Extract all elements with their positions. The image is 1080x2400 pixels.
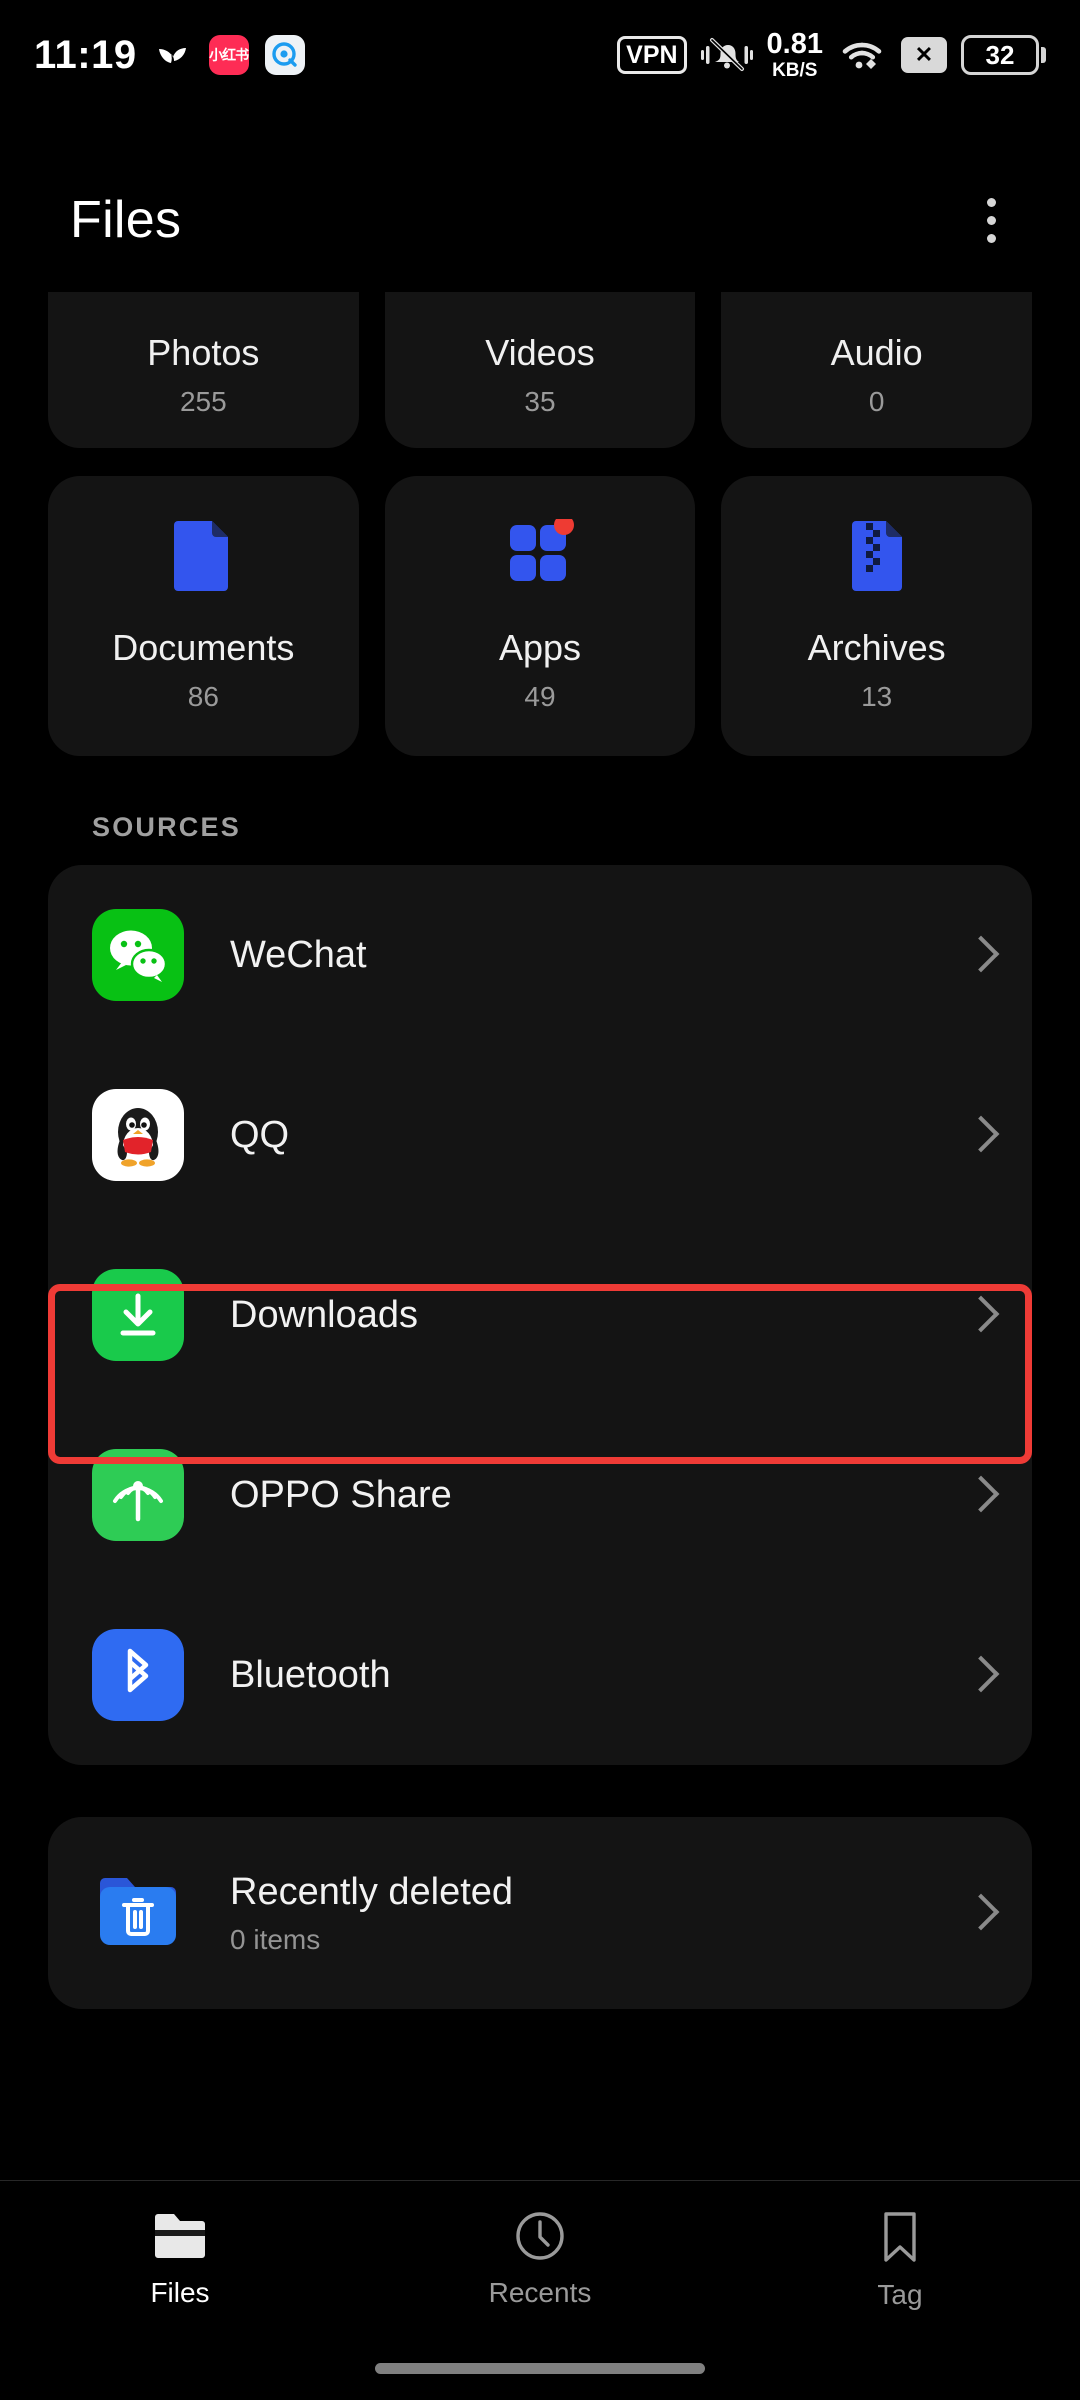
bird-icon bbox=[153, 35, 193, 75]
category-label: Archives bbox=[808, 627, 946, 669]
download-icon bbox=[92, 1269, 184, 1361]
xiaohongshu-icon: 小红书 bbox=[209, 35, 249, 75]
category-count: 49 bbox=[524, 681, 555, 713]
zip-archive-icon bbox=[846, 519, 908, 589]
wifi-icon bbox=[837, 35, 887, 75]
recently-deleted-row[interactable]: Recently deleted 0 items bbox=[48, 1817, 1032, 2009]
source-text: Downloads bbox=[230, 1294, 418, 1337]
category-card-archives[interactable]: Archives 13 bbox=[721, 476, 1032, 756]
bell-muted-vibrate-icon bbox=[701, 34, 753, 76]
bookmark-icon bbox=[878, 2209, 922, 2265]
source-row-wechat[interactable]: WeChat bbox=[48, 865, 1032, 1045]
category-count: 0 bbox=[869, 386, 885, 418]
home-indicator[interactable] bbox=[375, 2363, 705, 2374]
source-text: Bluetooth bbox=[230, 1654, 391, 1697]
category-count: 35 bbox=[524, 386, 555, 418]
source-text: OPPO Share bbox=[230, 1474, 452, 1517]
category-card-apps[interactable]: Apps 49 bbox=[385, 476, 696, 756]
category-label: Audio bbox=[831, 332, 923, 374]
document-icon bbox=[172, 519, 234, 589]
oppo-share-icon bbox=[92, 1449, 184, 1541]
nav-tab-recents[interactable]: Recents bbox=[360, 2209, 720, 2309]
recently-deleted-label: Recently deleted bbox=[230, 1871, 513, 1914]
chevron-right-icon bbox=[966, 1295, 988, 1335]
nav-label: Recents bbox=[489, 2277, 592, 2309]
status-bar-right: VPN 0.81 KB/S bbox=[617, 30, 1046, 80]
category-grid-row-1: Photos 255 Videos 35 Audio 0 bbox=[0, 292, 1080, 448]
chevron-right-icon bbox=[966, 1475, 988, 1515]
vpn-badge: VPN bbox=[617, 36, 686, 74]
category-card-videos[interactable]: Videos 35 bbox=[385, 292, 696, 448]
category-label: Apps bbox=[499, 627, 581, 669]
source-row-oppo-share[interactable]: OPPO Share bbox=[48, 1405, 1032, 1585]
category-card-documents[interactable]: Documents 86 bbox=[48, 476, 359, 756]
chevron-right-icon bbox=[966, 1115, 988, 1155]
status-bar-left: 11:19 小红书 bbox=[34, 33, 305, 78]
source-text: WeChat bbox=[230, 934, 367, 977]
network-speed-value: 0.81 bbox=[767, 30, 823, 59]
source-label: QQ bbox=[230, 1114, 289, 1157]
folder-icon bbox=[151, 2209, 209, 2263]
category-count: 255 bbox=[180, 386, 227, 418]
chevron-right-icon bbox=[966, 1655, 988, 1695]
nav-tab-files[interactable]: Files bbox=[0, 2209, 360, 2309]
wechat-icon bbox=[92, 909, 184, 1001]
xiaohongshu-label: 小红书 bbox=[209, 45, 248, 65]
clock-icon bbox=[513, 2209, 567, 2263]
no-sim-x-icon: ✕ bbox=[901, 37, 947, 73]
status-bar: 11:19 小红书 VPN bbox=[0, 0, 1080, 110]
sources-section-label: SOURCES bbox=[0, 756, 1080, 865]
page-title: Files bbox=[70, 190, 181, 250]
source-row-qq[interactable]: QQ bbox=[48, 1045, 1032, 1225]
category-grid-row-2: Documents 86 Apps 49 bbox=[0, 476, 1080, 756]
battery-level-text: 32 bbox=[986, 40, 1015, 71]
network-speed: 0.81 KB/S bbox=[767, 30, 823, 80]
source-label: WeChat bbox=[230, 934, 367, 977]
app-bar: Files bbox=[0, 150, 1080, 290]
bottom-navigation-bar: Files Recents Tag bbox=[0, 2180, 1080, 2400]
files-app-screen: 11:19 小红书 VPN bbox=[0, 0, 1080, 2400]
bluetooth-icon bbox=[92, 1629, 184, 1721]
source-text: QQ bbox=[230, 1114, 289, 1157]
main-content: Photos 255 Videos 35 Audio 0 bbox=[0, 292, 1080, 2180]
source-label: OPPO Share bbox=[230, 1474, 452, 1517]
qq-browser-icon bbox=[265, 35, 305, 75]
category-label: Photos bbox=[147, 332, 259, 374]
recently-deleted-text: Recently deleted 0 items bbox=[230, 1871, 513, 1956]
trash-folder-icon bbox=[92, 1867, 184, 1959]
category-card-photos[interactable]: Photos 255 bbox=[48, 292, 359, 448]
network-speed-unit: KB/S bbox=[772, 61, 817, 80]
apps-grid-icon bbox=[506, 519, 574, 589]
source-row-downloads[interactable]: Downloads bbox=[48, 1225, 1032, 1405]
category-count: 13 bbox=[861, 681, 892, 713]
qq-penguin-icon bbox=[92, 1089, 184, 1181]
nav-tab-tag[interactable]: Tag bbox=[720, 2209, 1080, 2311]
chevron-right-icon bbox=[966, 935, 988, 975]
kebab-menu-icon[interactable] bbox=[973, 184, 1010, 257]
category-label: Documents bbox=[112, 627, 294, 669]
chevron-right-icon bbox=[966, 1893, 988, 1933]
source-label: Downloads bbox=[230, 1294, 418, 1337]
battery-cap bbox=[1041, 47, 1046, 63]
battery-indicator: 32 bbox=[961, 35, 1046, 75]
category-count: 86 bbox=[188, 681, 219, 713]
sources-list: WeChat bbox=[48, 865, 1032, 1765]
category-card-audio[interactable]: Audio 0 bbox=[721, 292, 1032, 448]
source-label: Bluetooth bbox=[230, 1654, 391, 1697]
clock-time: 11:19 bbox=[34, 33, 137, 78]
category-label: Videos bbox=[485, 332, 594, 374]
recently-deleted-subtitle: 0 items bbox=[230, 1924, 513, 1956]
nav-label: Files bbox=[150, 2277, 209, 2309]
recently-deleted-card: Recently deleted 0 items bbox=[48, 1817, 1032, 2009]
source-row-bluetooth[interactable]: Bluetooth bbox=[48, 1585, 1032, 1765]
nav-label: Tag bbox=[877, 2279, 922, 2311]
